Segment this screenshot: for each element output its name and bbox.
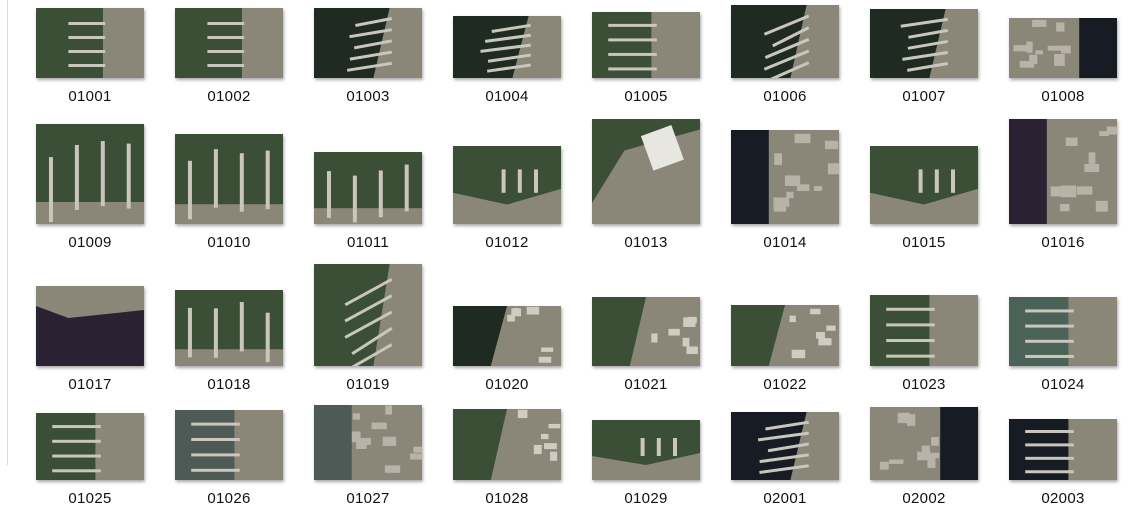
satellite-image-thumbnail[interactable] — [731, 412, 839, 480]
file-thumbnail-item[interactable]: 02003 — [995, 0, 1131, 512]
file-name-label: 01026 — [207, 490, 251, 507]
satellite-image-thumbnail[interactable] — [314, 405, 422, 480]
file-thumbnail-item[interactable]: 02001 — [717, 0, 853, 512]
file-name-label: 02001 — [763, 490, 807, 507]
file-name-label: 01025 — [68, 490, 112, 507]
satellite-image-thumbnail[interactable] — [1009, 419, 1117, 480]
file-thumbnail-item[interactable]: 01029 — [578, 0, 714, 512]
satellite-image-thumbnail[interactable] — [36, 413, 144, 480]
file-thumbnail-item[interactable]: 01028 — [439, 0, 575, 512]
file-thumbnail-item[interactable]: 01027 — [300, 0, 436, 512]
satellite-image-thumbnail[interactable] — [175, 410, 283, 480]
file-name-label: 01029 — [624, 490, 668, 507]
satellite-image-thumbnail[interactable] — [453, 409, 561, 480]
file-name-label: 02002 — [902, 490, 946, 507]
file-name-label: 01028 — [485, 490, 529, 507]
file-name-label: 01027 — [346, 490, 390, 507]
file-thumbnail-item[interactable]: 01026 — [161, 0, 297, 512]
file-name-label: 02003 — [1041, 490, 1085, 507]
thumbnail-grid: 01001 01002 01003 01004 01005 01006 01007 01008… — [0, 0, 1136, 512]
satellite-image-thumbnail[interactable] — [870, 407, 978, 480]
satellite-image-thumbnail[interactable] — [592, 420, 700, 480]
file-thumbnail-item[interactable]: 02002 — [856, 0, 992, 512]
file-thumbnail-item[interactable]: 01025 — [22, 0, 158, 512]
